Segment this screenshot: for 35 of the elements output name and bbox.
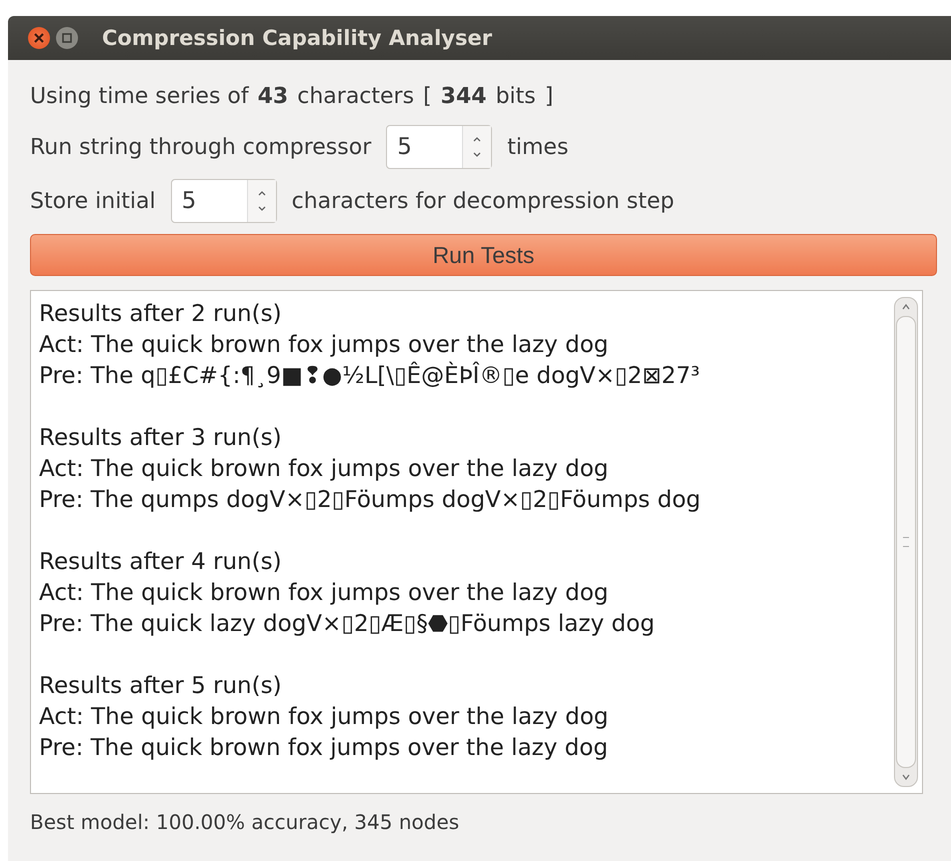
run-tests-button[interactable]: Run Tests [30,234,937,276]
summary-text: 344 [440,84,487,108]
label: characters for decompression step [292,188,674,214]
scroll-down-icon[interactable] [901,772,911,782]
close-icon [33,32,45,44]
restore-button[interactable] [56,27,78,49]
window-title: Compression Capability Analyser [102,26,492,50]
actual-line: Act: The quick brown fox jumps over the lazy dog [39,331,610,360]
label: times [507,134,568,160]
summary-text: ] [544,84,554,108]
result-title: Results after 3 run(s) [39,424,283,453]
summary-text: Using time series of [30,84,249,108]
label: Store initial [30,188,156,214]
summary-text: 43 [258,84,288,108]
square-icon [62,33,72,43]
close-button[interactable] [28,27,50,49]
scroll-up-icon[interactable] [901,302,911,312]
label: Run string through compressor [30,134,372,160]
predicted-line: Pre: The qumps dogV×▯2▯Föumps dogV×▯2▯Föumps dog [39,486,702,515]
result-title: Results after 4 run(s) [39,548,283,577]
predicted-line: Pre: The quick lazy dogV×▯2▯Æ▯§⬣▯Föumps lazy dog [39,610,656,639]
spin-field[interactable]: 5 [386,125,492,169]
result-title: Results after 2 run(s) [39,300,283,329]
summary-text: characters [297,84,414,108]
summary-text: [ [423,84,432,108]
scrollbar[interactable] [894,297,918,787]
actual-line: Act: The quick brown fox jumps over the lazy dog [39,579,610,608]
spin-field[interactable]: 5 [170,179,277,223]
actual-line: Act: The quick brown fox jumps over the lazy dog [39,455,610,484]
actual-line: Act: The quick brown fox jumps over the lazy dog [39,703,610,732]
predicted-line: Pre: The quick brown fox jumps over the lazy dog [39,734,609,763]
summary-text: bits [496,84,536,108]
predicted-line: Pre: The q▯£C#{:¶¸9■❢●½L[\▯Ê@ÈÞÎ®▯e dogV×▯2⊠27³ [39,361,701,391]
status-text: Best model: 100.00% accuracy, 345 nodes [30,810,460,834]
result-title: Results after 5 run(s) [39,672,283,701]
